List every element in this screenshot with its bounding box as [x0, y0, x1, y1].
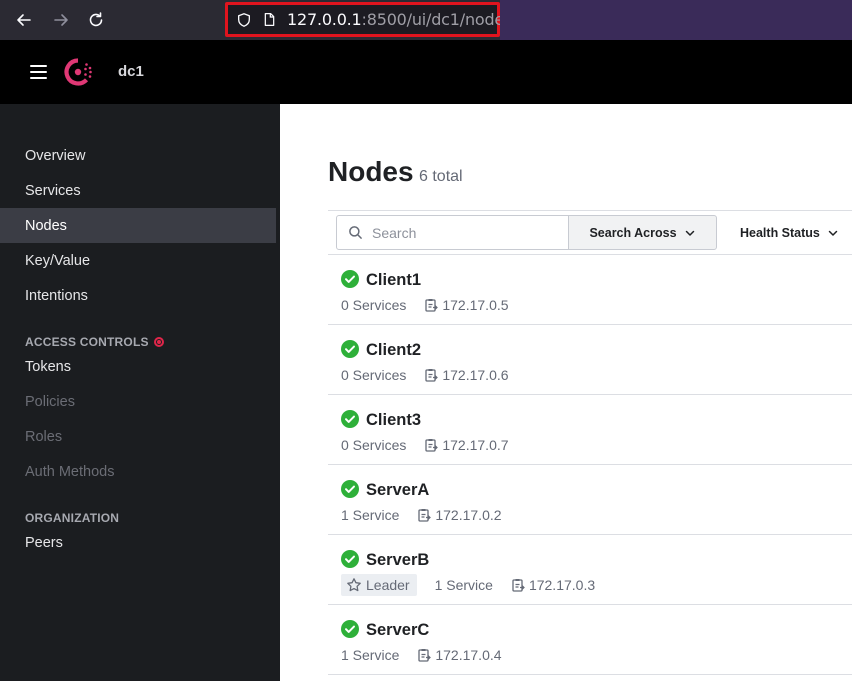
- chevron-down-icon: [828, 230, 838, 236]
- page-title: Nodes: [328, 156, 414, 187]
- node-services-count: 0 Services: [341, 297, 407, 313]
- node-address: 172.17.0.4: [417, 647, 502, 663]
- node-meta: 0 Services 172.17.0.5: [341, 295, 509, 315]
- clipboard-copy-icon[interactable]: [424, 438, 439, 452]
- leader-badge: Leader: [341, 574, 417, 596]
- node-services-count: 1 Service: [434, 577, 493, 593]
- url-text: 127.0.0.1:8500/ui/dc1/nodes: [287, 10, 513, 29]
- node-meta: 0 Services 172.17.0.6: [341, 365, 509, 385]
- node-address: 172.17.0.6: [424, 367, 509, 383]
- app-header: dc1: [0, 40, 852, 104]
- chevron-down-icon: [685, 230, 694, 236]
- datacenter-selector[interactable]: dc1: [118, 63, 144, 80]
- url-bar[interactable]: 127.0.0.1:8500/ui/dc1/nodes: [225, 2, 512, 37]
- sidebar-item-roles: Roles: [25, 428, 63, 445]
- node-name[interactable]: Client1: [366, 271, 421, 290]
- sidebar-item-services[interactable]: Services: [0, 173, 276, 208]
- check-circle-icon: [341, 550, 359, 568]
- health-status-dropdown[interactable]: Health Status: [740, 215, 839, 250]
- reload-icon: [89, 12, 103, 27]
- node-services-count: 1 Service: [341, 647, 400, 663]
- sidebar-item-auth-methods: Auth Methods: [25, 463, 115, 480]
- node-row[interactable]: ServerB Leader 1 Service 172.17.0.3: [328, 535, 852, 605]
- node-row[interactable]: ServerA 1 Service 172.17.0.2: [328, 465, 852, 535]
- node-count: 6 total: [419, 168, 463, 185]
- search-input[interactable]: [372, 224, 552, 241]
- sidebar-item-overview[interactable]: Overview: [0, 138, 276, 173]
- node-meta: Leader 1 Service 172.17.0.3: [341, 574, 595, 596]
- search-field[interactable]: [336, 215, 569, 250]
- node-meta: 0 Services 172.17.0.7: [341, 435, 509, 455]
- node-address: 172.17.0.2: [417, 507, 502, 523]
- node-services-count: 0 Services: [341, 367, 407, 383]
- node-name[interactable]: ServerA: [366, 481, 429, 500]
- node-address: 172.17.0.7: [424, 437, 509, 453]
- forward-button[interactable]: [49, 8, 73, 32]
- node-row[interactable]: Client3 0 Services 172.17.0.7: [328, 395, 852, 465]
- access-controls-heading: ACCESS CONTROLS: [25, 335, 164, 349]
- search-across-dropdown[interactable]: Search Across: [568, 215, 717, 250]
- node-address-text: 172.17.0.5: [442, 297, 509, 313]
- arrow-left-icon: [17, 14, 31, 26]
- node-address-text: 172.17.0.4: [435, 647, 502, 663]
- sidebar-item-policies: Policies: [25, 393, 75, 410]
- organization-heading: ORGANIZATION: [25, 511, 120, 525]
- clipboard-copy-icon[interactable]: [424, 298, 439, 312]
- node-address: 172.17.0.5: [424, 297, 509, 313]
- shield-icon: [236, 11, 252, 29]
- sidebar-item-nodes[interactable]: Nodes: [0, 208, 276, 243]
- node-list: Client1 0 Services 172.17.0.5 Client2 0 …: [328, 255, 852, 675]
- node-services-count: 1 Service: [341, 507, 400, 523]
- consul-logo-icon[interactable]: [63, 57, 95, 87]
- clipboard-copy-icon[interactable]: [417, 508, 432, 522]
- back-button[interactable]: [12, 8, 36, 32]
- star-outline-icon: [347, 578, 361, 592]
- browser-toolbar-spacer: [500, 0, 852, 40]
- clipboard-copy-icon[interactable]: [417, 648, 432, 662]
- node-meta: 1 Service 172.17.0.4: [341, 645, 502, 665]
- node-address: 172.17.0.3: [511, 577, 595, 593]
- node-meta: 1 Service 172.17.0.2: [341, 505, 502, 525]
- arrow-right-icon: [54, 14, 68, 26]
- node-name[interactable]: ServerC: [366, 621, 429, 640]
- check-circle-icon: [341, 340, 359, 358]
- clipboard-copy-icon[interactable]: [511, 578, 525, 592]
- sidebar-item-peers[interactable]: Peers: [0, 525, 276, 560]
- node-address-text: 172.17.0.6: [442, 367, 509, 383]
- leader-label: Leader: [366, 577, 410, 593]
- check-circle-icon: [341, 620, 359, 638]
- node-name[interactable]: Client2: [366, 341, 421, 360]
- browser-toolbar: 127.0.0.1:8500/ui/dc1/nodes: [0, 0, 852, 40]
- sidebar-item-intentions[interactable]: Intentions: [0, 278, 276, 313]
- check-circle-icon: [341, 270, 359, 288]
- sidebar-item-key-value[interactable]: Key/Value: [0, 243, 276, 278]
- sidebar-item-tokens[interactable]: Tokens: [0, 349, 276, 384]
- hamburger-menu-icon[interactable]: [30, 65, 47, 79]
- node-row[interactable]: ServerC 1 Service 172.17.0.4: [328, 605, 852, 675]
- node-row[interactable]: Client1 0 Services 172.17.0.5: [328, 255, 852, 325]
- node-name[interactable]: Client3: [366, 411, 421, 430]
- reload-button[interactable]: [84, 8, 108, 32]
- check-circle-icon: [341, 410, 359, 428]
- node-row[interactable]: Client2 0 Services 172.17.0.6: [328, 325, 852, 395]
- node-address-text: 172.17.0.7: [442, 437, 509, 453]
- node-name[interactable]: ServerB: [366, 551, 429, 570]
- acl-status-icon: [153, 337, 164, 347]
- node-address-text: 172.17.0.2: [435, 507, 502, 523]
- clipboard-copy-icon[interactable]: [424, 368, 439, 382]
- check-circle-icon: [341, 480, 359, 498]
- search-across-label: Search Across: [589, 225, 677, 240]
- page-icon: [262, 11, 277, 29]
- access-controls-label: ACCESS CONTROLS: [25, 335, 149, 349]
- search-icon: [349, 226, 362, 239]
- node-address-text: 172.17.0.3: [528, 577, 596, 593]
- main-content: Nodes 6 total Search Across Health Statu…: [280, 104, 852, 681]
- filter-toolbar: Search Across Health Status: [328, 210, 852, 255]
- sidebar: Overview Services Nodes Key/Value Intent…: [0, 104, 280, 681]
- health-status-label: Health Status: [740, 225, 820, 240]
- node-services-count: 0 Services: [341, 437, 407, 453]
